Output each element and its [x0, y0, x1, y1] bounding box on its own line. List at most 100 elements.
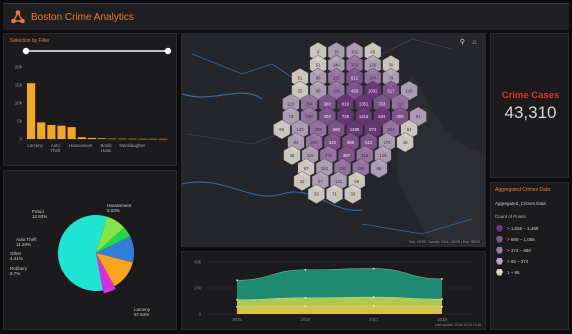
home-icon[interactable]: ⌂	[470, 38, 479, 47]
map-basemap: 8 35 102 4551 140 332 126 3061 99 225 612 284 7925 88…	[182, 34, 485, 246]
trend-x-tick: 2016	[301, 317, 311, 322]
hexbin-count: 726	[342, 114, 350, 119]
bar[interactable]	[158, 138, 167, 140]
bar[interactable]	[138, 138, 147, 140]
range-slider-min-handle[interactable]	[22, 47, 30, 55]
pie-slice-percent: 5.03%	[107, 208, 120, 213]
bar[interactable]	[27, 83, 36, 139]
range-slider-max-handle[interactable]	[164, 47, 172, 55]
app-title: Boston Crime Analytics	[31, 11, 134, 23]
trend-x-tick: 2017	[369, 317, 379, 322]
bar[interactable]	[118, 138, 127, 140]
trend-point[interactable]	[441, 278, 443, 280]
hexbin-count: 874	[369, 127, 377, 132]
hexbin-count: 560	[333, 127, 341, 132]
bar[interactable]	[47, 124, 56, 139]
hexbin-count: 128	[379, 153, 387, 158]
legend-panel: Aggregated Crimes Data Aggregated_Crimes…	[490, 182, 569, 330]
hexbin-count: 355	[396, 114, 404, 119]
hexbin-count: 264	[305, 101, 313, 106]
hexbin-count: 61	[298, 75, 303, 80]
bar[interactable]	[67, 127, 76, 139]
hexbin-count: 59	[354, 179, 359, 184]
hexbin-count: 97	[318, 179, 323, 184]
legend-item: > 1,056 – 1,489	[496, 224, 538, 232]
trend-area[interactable]	[237, 305, 442, 314]
hexbin-count: 120	[287, 101, 295, 106]
hexbin-count: 703	[378, 101, 386, 106]
trend-point[interactable]	[441, 305, 443, 308]
hexbin-count: 284	[369, 75, 377, 80]
trend-point[interactable]	[372, 296, 375, 298]
bar-y-tick: 15k	[15, 83, 23, 88]
legend-item-label: > 680 – 1,056	[507, 236, 535, 242]
hexbin-count: 102	[351, 50, 359, 55]
hexbin-count: 38	[290, 153, 295, 158]
hexbin-count: 512	[365, 140, 373, 145]
map-attribution: Esri, HERE, Garmin, NGA, USGS | Esri, HE…	[407, 240, 482, 244]
bar-category-label: Manslaughter	[119, 143, 146, 148]
pie-chart-panel: Larceny 57.64% Robbery 8.7% Other 4.41% Auto T…	[3, 170, 177, 330]
bar-y-tick: 5k	[17, 119, 23, 124]
hexbin-count: 88	[316, 88, 321, 93]
hexbin-count: 86	[377, 166, 382, 171]
hexbin-count: 380	[324, 101, 332, 106]
hexbin-count: 48	[403, 140, 408, 145]
hexbin-count: 298	[315, 127, 323, 132]
trend-point[interactable]	[236, 279, 238, 282]
hexbin-count: 133	[296, 127, 304, 132]
legend-field-name: Count of Points	[495, 214, 526, 219]
hexbin-count: 25	[298, 88, 303, 93]
trend-point[interactable]	[304, 268, 307, 271]
map-panel[interactable]: 8 35 102 45 51 140 332 126 30 61 99 225 612 284 79 25 88…	[181, 33, 486, 247]
trend-point[interactable]	[236, 305, 238, 308]
pie-slice-percent: 57.64%	[134, 312, 149, 317]
indicator-value: 43,310	[504, 103, 557, 122]
hexbin-count: 455	[351, 88, 359, 93]
hexbin-count: 42	[300, 179, 305, 184]
legend-swatch-icon	[496, 257, 503, 265]
bar[interactable]	[98, 138, 107, 139]
hexbin-count: 612	[351, 75, 359, 80]
bar[interactable]	[148, 138, 157, 140]
hexbin-count: 1032	[368, 88, 378, 93]
legend-item: > 95 – 374	[496, 257, 528, 265]
trend-point[interactable]	[372, 305, 375, 307]
hexbin-count: 176	[383, 140, 391, 145]
bar-category-label: Harassment	[69, 143, 93, 148]
bar[interactable]	[37, 122, 46, 139]
trend-point[interactable]	[304, 296, 307, 299]
legend-title: Aggregated Crimes Data	[495, 187, 551, 193]
hexbin-count: 71	[332, 192, 337, 197]
indicator-title: Crime Cases	[501, 90, 560, 101]
hexbin-count: 517	[387, 88, 395, 93]
hexbin-count: 402	[324, 114, 332, 119]
bar-chart-title: Selection by Filter	[10, 38, 50, 44]
trend-point[interactable]	[236, 298, 238, 301]
search-icon[interactable]: ⚲	[458, 38, 467, 47]
bar-y-tick: 0	[19, 137, 22, 142]
trend-point[interactable]	[372, 267, 375, 270]
bar[interactable]	[57, 125, 66, 139]
bar-category-label: Larceny	[27, 143, 43, 148]
bar[interactable]	[108, 138, 117, 140]
trend-y-tick: 40k	[194, 260, 202, 265]
hexbin-count: 29	[314, 192, 319, 197]
hexbin-count: 141	[335, 179, 343, 184]
bar[interactable]	[128, 138, 137, 140]
bar[interactable]	[87, 137, 96, 139]
legend-item: 1 – 95	[496, 268, 520, 276]
bar[interactable]	[77, 137, 86, 139]
hexbin-count: 152	[321, 166, 329, 171]
bar-chart-panel: Selection by Filter 20k 15k 10k 5k 0 Larceny…	[3, 33, 177, 166]
hexbin-count: 145	[406, 88, 414, 93]
legend-item-label: 1 – 95	[507, 269, 520, 275]
legend-layer-name: Aggregated_Crimes Data	[495, 201, 546, 206]
hexbin-count: 319	[361, 153, 369, 158]
trend-point[interactable]	[304, 305, 307, 308]
trend-point[interactable]	[441, 298, 443, 300]
legend-item-label: > 374 – 680	[507, 247, 531, 253]
bar-y-tick: 10k	[15, 101, 23, 106]
hexbin-count: 140	[333, 63, 341, 68]
hexbin-count: 35	[334, 50, 339, 55]
